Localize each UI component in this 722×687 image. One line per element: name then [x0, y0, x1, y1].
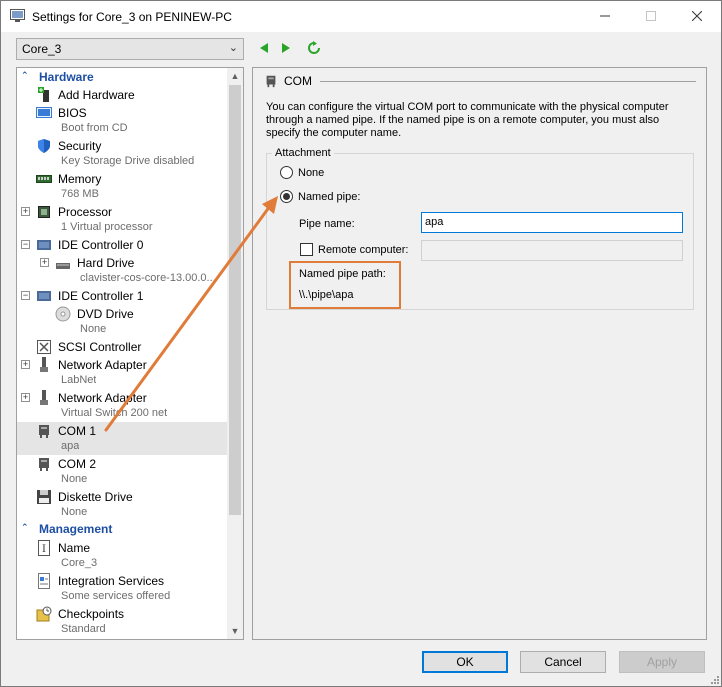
network-adapter-icon — [40, 390, 48, 405]
tree-item-checkpoints[interactable]: Checkpoints Standard — [17, 605, 227, 638]
close-icon — [692, 11, 702, 21]
refresh-button[interactable] — [307, 40, 321, 56]
tree-item-diskette-drive[interactable]: Diskette Drive None — [17, 488, 227, 521]
settings-tree: ⌃ Hardware Add Hardware BIOS Boot from C… — [17, 68, 227, 639]
expand-icon[interactable]: + — [21, 393, 30, 402]
tree-item-integration-services[interactable]: Integration Services Some services offer… — [17, 572, 227, 605]
window-title: Settings for Core_3 on PENINEW-PC — [32, 10, 232, 24]
collapse-chevron-icon: ⌃ — [21, 70, 29, 80]
com-port-icon — [266, 75, 276, 88]
expand-icon[interactable]: + — [40, 258, 49, 267]
network-adapter-icon — [40, 357, 48, 372]
tree-item-network-adapter-virtual-switch[interactable]: + Network Adapter Virtual Switch 200 net — [17, 389, 227, 422]
integration-services-icon — [38, 573, 50, 589]
tree-item-security[interactable]: Security Key Storage Drive disabled — [17, 137, 227, 170]
named-pipe-radio-label[interactable]: Named pipe: — [298, 191, 360, 203]
tree-item-memory[interactable]: Memory 768 MB — [17, 170, 227, 203]
settings-window: Settings for Core_3 on PENINEW-PC Core_3… — [0, 0, 722, 687]
tree-item-processor[interactable]: + Processor 1 Virtual processor — [17, 203, 227, 236]
tree-item-bios[interactable]: BIOS Boot from CD — [17, 104, 227, 137]
memory-icon — [36, 175, 52, 183]
apply-button[interactable]: Apply — [619, 651, 705, 673]
refresh-icon — [308, 41, 320, 54]
name-icon: I — [38, 540, 50, 556]
ide-controller-icon — [37, 291, 51, 301]
bios-icon — [36, 107, 52, 118]
collapse-chevron-icon: ⌃ — [21, 522, 29, 532]
tree-item-name[interactable]: I Name Core_3 — [17, 539, 227, 572]
title-bar: Settings for Core_3 on PENINEW-PC — [1, 1, 721, 32]
forward-arrow-icon — [282, 43, 290, 53]
scroll-up-icon[interactable]: ▲ — [227, 68, 243, 84]
back-arrow-icon — [260, 43, 268, 53]
hardware-tree-pane: ⌃ Hardware Add Hardware BIOS Boot from C… — [16, 67, 244, 640]
hard-drive-icon — [56, 263, 70, 269]
collapse-icon[interactable]: − — [21, 291, 30, 300]
svg-text:I: I — [42, 544, 46, 555]
scsi-controller-icon — [37, 340, 51, 354]
header-divider — [320, 81, 696, 82]
remote-computer-label[interactable]: Remote computer: — [318, 244, 408, 256]
none-radio[interactable] — [280, 166, 293, 179]
com-description: You can configure the virtual COM port t… — [266, 101, 669, 139]
com-port-icon — [39, 458, 49, 471]
vm-selector-dropdown[interactable]: Core_3 ⌄ — [16, 38, 244, 60]
processor-icon — [38, 206, 50, 218]
com-section-header: COM — [264, 73, 696, 89]
ok-button[interactable]: OK — [422, 651, 508, 673]
none-radio-label[interactable]: None — [298, 167, 324, 179]
com-header-label: COM — [284, 74, 312, 88]
minimize-icon — [600, 15, 610, 17]
maximize-icon — [646, 11, 656, 21]
close-button[interactable] — [674, 1, 720, 31]
pipe-name-label: Pipe name: — [299, 218, 355, 230]
maximize-button[interactable] — [628, 1, 674, 31]
named-pipe-path-label: Named pipe path: — [299, 268, 386, 280]
pipe-name-input[interactable]: apa — [421, 212, 683, 233]
scroll-down-icon[interactable]: ▼ — [227, 623, 243, 639]
checkpoints-icon — [36, 606, 52, 622]
expand-icon[interactable]: + — [21, 360, 30, 369]
vm-selector-value: Core_3 — [22, 42, 62, 56]
diskette-icon — [37, 490, 51, 504]
cancel-button[interactable]: Cancel — [520, 651, 606, 673]
tree-item-dvd-drive[interactable]: DVD Drive None — [17, 305, 227, 338]
forward-button[interactable] — [279, 40, 293, 56]
named-pipe-path-value: \\.\pipe\apa — [299, 289, 354, 301]
collapse-icon[interactable]: − — [21, 240, 30, 249]
ide-controller-icon — [37, 240, 51, 250]
tree-scrollbar[interactable]: ▲ ▼ — [227, 68, 243, 639]
attachment-group-title: Attachment — [272, 147, 334, 159]
remote-computer-input[interactable] — [421, 240, 683, 261]
tree-item-com-2[interactable]: COM 2 None — [17, 455, 227, 488]
tree-item-hard-drive[interactable]: + Hard Drive clavister-cos-core-13.00.0.… — [17, 254, 227, 287]
shield-icon — [38, 139, 50, 153]
add-hardware-icon — [38, 87, 49, 102]
settings-app-icon — [10, 9, 25, 22]
toolbar: Core_3 ⌄ — [1, 32, 721, 65]
scrollbar-thumb[interactable] — [229, 85, 241, 515]
chevron-down-icon: ⌄ — [228, 42, 238, 54]
com-port-icon — [39, 425, 49, 438]
named-pipe-radio[interactable] — [280, 190, 293, 203]
tree-item-com-1[interactable]: COM 1 apa — [17, 422, 227, 455]
tree-item-network-adapter-labnet[interactable]: + Network Adapter LabNet — [17, 356, 227, 389]
resize-grip-icon[interactable] — [709, 674, 719, 684]
expand-icon[interactable]: + — [21, 207, 30, 216]
minimize-button[interactable] — [582, 1, 628, 31]
dvd-drive-icon — [55, 306, 71, 322]
remote-computer-checkbox[interactable] — [300, 243, 313, 256]
hardware-section-header[interactable]: ⌃ Hardware — [17, 69, 227, 85]
management-section-header[interactable]: ⌃ Management — [17, 521, 227, 537]
back-button[interactable] — [257, 40, 271, 56]
